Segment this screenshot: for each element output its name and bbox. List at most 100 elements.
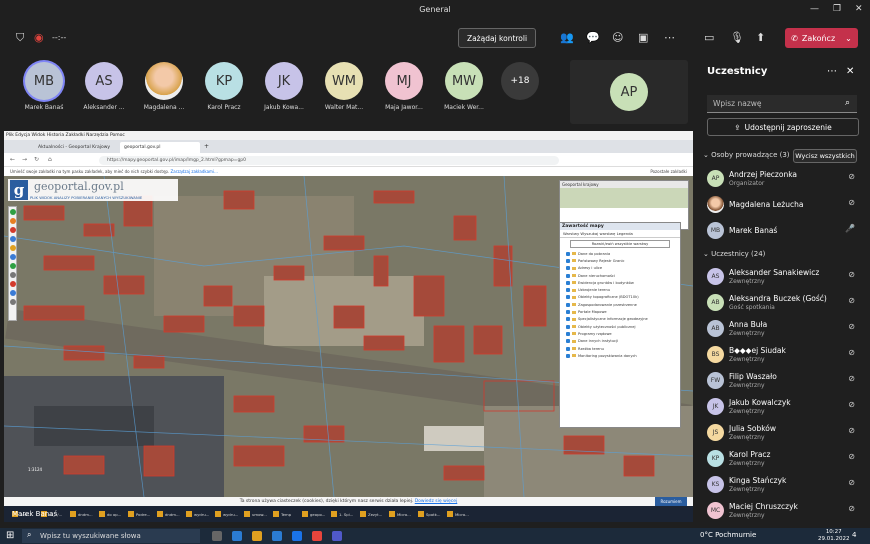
more-actions-icon[interactable]: ⋯	[664, 31, 675, 44]
mic-muted-icon[interactable]: ⊘	[848, 478, 855, 487]
participant-tile-ap[interactable]: AP	[570, 60, 688, 124]
clock[interactable]: 10:27 29.01.2022	[818, 529, 850, 543]
checkbox-icon[interactable]	[566, 310, 570, 315]
participant-row[interactable]: MC Maciej Chruszczyk Zewnętrzny ⊘	[707, 500, 867, 522]
mic-muted-icon[interactable]: ⊘	[848, 452, 855, 461]
participant-row[interactable]: AP Andrzej Pieczonka Organizator ⊘	[707, 168, 867, 190]
cookie-accept-button[interactable]: Rozumiem	[655, 497, 687, 506]
mic-muted-icon[interactable]: ⊘	[848, 172, 855, 181]
checkbox-icon[interactable]	[566, 258, 570, 263]
participant-row[interactable]: JS Julia Sobków Zewnętrzny ⊘	[707, 422, 867, 444]
layer-item[interactable]: Państwowy Rejestr Granic	[560, 257, 680, 264]
checkbox-icon[interactable]	[566, 280, 570, 285]
orthophoto-map[interactable]: g geoportal.gov.pl PLIK WIDOK ANALIZY PO…	[4, 176, 693, 497]
participant-tile[interactable]: Magdalena ...	[134, 62, 194, 111]
geoportal-logo[interactable]: g geoportal.gov.pl PLIK WIDOK ANALIZY PO…	[8, 179, 178, 201]
checkbox-icon[interactable]	[566, 353, 570, 358]
explorer-icon[interactable]	[252, 531, 262, 541]
cookie-link[interactable]: Dowiedz się więcej	[415, 499, 458, 504]
layer-item[interactable]: Obiekty użyteczności publicznej	[560, 323, 680, 330]
measure-icon[interactable]	[9, 236, 16, 242]
participant-search-input[interactable]: Wpisz nazwę	[707, 95, 857, 113]
mic-muted-icon[interactable]: ⊘	[848, 400, 855, 409]
forward-icon[interactable]: →	[22, 156, 27, 163]
panel-close-icon[interactable]: ✕	[846, 66, 854, 77]
search-map-icon[interactable]	[9, 254, 16, 260]
end-call-button[interactable]: ✆ Zakończ ⌄	[785, 28, 858, 48]
layer-item[interactable]: Rzeźba terenu	[560, 345, 680, 352]
participant-tile[interactable]: MB Marek Banaś	[14, 62, 74, 111]
identify-icon[interactable]	[9, 245, 16, 251]
mic-off-icon[interactable]: 🎙	[730, 31, 744, 44]
participant-row[interactable]: MB Marek Banaś 🎤	[707, 220, 867, 242]
tab-geoportal[interactable]: geoportal.gov.pl	[120, 142, 200, 153]
participant-row[interactable]: AS Aleksander Sanakiewicz Zewnętrzny ⊘	[707, 266, 867, 288]
participant-row[interactable]: BS B◆◆◆ej Siudak Zewnętrzny ⊘	[707, 344, 867, 366]
checkbox-icon[interactable]	[566, 266, 570, 271]
browser-menubar[interactable]: Plik Edycja Widok Historia Zakładki Narz…	[4, 131, 693, 140]
task-view-icon[interactable]	[212, 531, 222, 541]
shield-icon[interactable]: ⛉	[16, 31, 24, 45]
checkbox-icon[interactable]	[566, 331, 570, 336]
mic-on-icon[interactable]: 🎤	[845, 224, 855, 233]
other-bookmarks[interactable]: Pozostałe zakładki	[650, 169, 687, 174]
info-icon[interactable]	[9, 290, 16, 296]
layer-item[interactable]: Ewidencja gruntów i budynków	[560, 279, 680, 286]
edge-icon[interactable]	[232, 531, 242, 541]
geoportal-nav[interactable]: PLIK WIDOK ANALIZY POBIERANIE DANYCH WYS…	[30, 195, 142, 200]
new-tab-icon[interactable]: +	[202, 142, 212, 153]
manage-bookmarks-link[interactable]: Zarządzaj zakładkami...	[171, 169, 218, 174]
layer-item[interactable]: Monitoring pozyskiwania danych	[560, 352, 680, 359]
layer-item[interactable]: Portale Mapowe	[560, 308, 680, 315]
checkbox-icon[interactable]	[566, 288, 570, 293]
checkbox-icon[interactable]	[566, 317, 570, 322]
mic-muted-icon[interactable]: ⊘	[848, 504, 855, 513]
participant-row[interactable]: JK Jakub Kowalczyk Zewnętrzny ⊘	[707, 396, 867, 418]
pan-icon[interactable]	[9, 227, 16, 233]
zoom-in-icon[interactable]	[9, 209, 16, 215]
draw-icon[interactable]	[9, 281, 16, 287]
checkbox-icon[interactable]	[566, 346, 570, 351]
mic-muted-icon[interactable]: ⊘	[848, 348, 855, 357]
more-participants[interactable]: +18	[490, 62, 550, 100]
participant-tile[interactable]: AS Aleksander ...	[74, 62, 134, 111]
notification-badge[interactable]: 4	[852, 531, 856, 539]
mic-muted-icon[interactable]: ⊘	[848, 198, 855, 207]
layer-item[interactable]: Specjalistyczne informacje geodezyjne	[560, 316, 680, 323]
participant-tile[interactable]: MW Maciek Wer...	[434, 62, 494, 111]
organizers-section[interactable]: ⌄ Osoby prowadzące (3)	[703, 151, 790, 159]
take-control-button[interactable]: Zażądaj kontroli	[458, 28, 536, 48]
camera-off-icon[interactable]: ▭	[704, 31, 714, 44]
help-icon[interactable]	[9, 299, 16, 305]
contents-tabs[interactable]: Warstwy Wyszukaj warstwę Legenda	[560, 230, 680, 238]
chat-icon[interactable]: 💬	[586, 31, 600, 44]
layer-item[interactable]: Dane innych instytucji	[560, 338, 680, 345]
attendees-section[interactable]: ⌄ Uczestnicy (24)	[703, 250, 765, 258]
participant-row[interactable]: KS Kinga Stańczyk Zewnętrzny ⊘	[707, 474, 867, 496]
store-icon[interactable]	[272, 531, 282, 541]
reactions-icon[interactable]: ☺	[612, 31, 623, 44]
layer-item[interactable]: Programy rządowe	[560, 330, 680, 337]
teams-icon[interactable]	[332, 531, 342, 541]
participant-row[interactable]: AB Anna Buła Zewnętrzny ⊘	[707, 318, 867, 340]
mic-muted-icon[interactable]: ⊘	[848, 296, 855, 305]
participant-tile[interactable]: MJ Maja Jawor...	[374, 62, 434, 111]
share-invite-button[interactable]: ⇪ Udostępnij zaproszenie	[707, 118, 859, 136]
mute-all-button[interactable]: Wycisz wszystkich	[793, 149, 857, 163]
checkbox-icon[interactable]	[566, 251, 570, 256]
print-icon[interactable]	[9, 263, 16, 269]
home-icon[interactable]: ⌂	[48, 156, 52, 163]
rooms-icon[interactable]: ▣	[638, 31, 648, 44]
layer-item[interactable]: Dane nieruchomości	[560, 272, 680, 279]
layer-item[interactable]: Dane do pobrania	[560, 250, 680, 257]
taskbar-search-input[interactable]: Wpisz tu wyszukiwane słowa	[22, 529, 200, 543]
participant-row[interactable]: AB Aleksandra Buczek (Gość) Gość spotkania…	[707, 292, 867, 314]
zoom-out-icon[interactable]	[9, 218, 16, 224]
participant-row[interactable]: FW Filip Waszało Zewnętrzny ⊘	[707, 370, 867, 392]
mic-muted-icon[interactable]: ⊘	[848, 426, 855, 435]
search-icon[interactable]: ⌕	[845, 98, 850, 108]
panel-more-icon[interactable]: ⋯	[827, 66, 837, 77]
layer-item[interactable]: Uzbrojenie terenu	[560, 286, 680, 293]
layer-item[interactable]: Adresy i ulice	[560, 265, 680, 272]
checkbox-icon[interactable]	[566, 302, 570, 307]
